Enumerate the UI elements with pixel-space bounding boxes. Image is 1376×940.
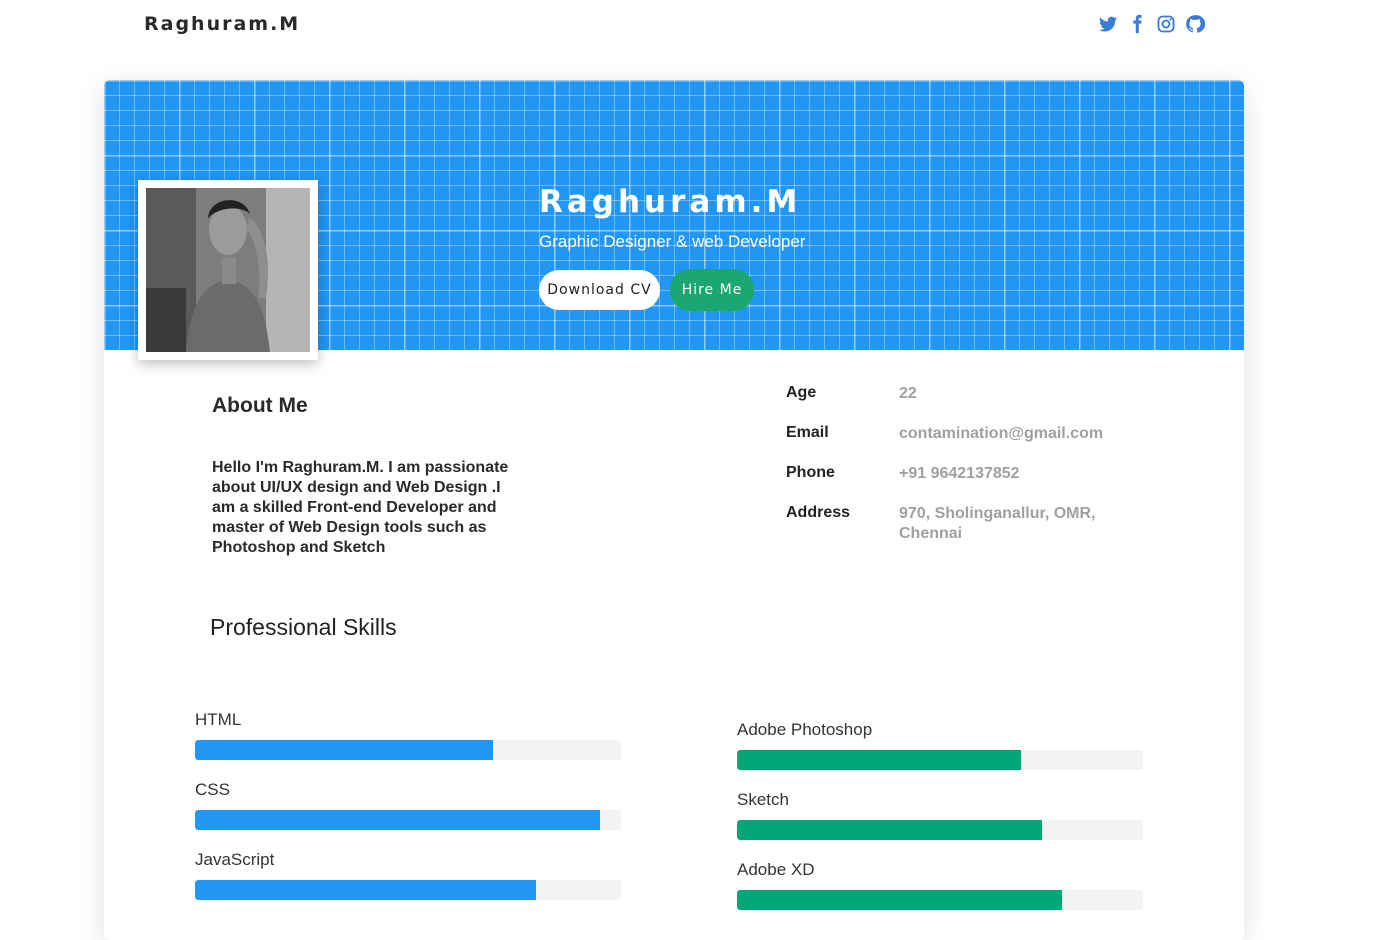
skill-bar-fill (737, 820, 1042, 840)
skill-bar-fill (195, 880, 536, 900)
skill-bar-track (195, 810, 621, 830)
github-icon[interactable] (1185, 14, 1205, 34)
skill-bar-track (195, 740, 621, 760)
twitter-icon[interactable] (1098, 14, 1118, 34)
skill-bar-track (737, 890, 1143, 910)
info-label: Address (786, 504, 851, 521)
skill-bar-fill (737, 890, 1062, 910)
skill-label: HTML (195, 710, 242, 729)
hire-me-button[interactable]: Hire Me (670, 269, 754, 311)
social-links (1098, 14, 1205, 34)
hero-job-title: Graphic Designer & web Developer (539, 232, 806, 251)
skill-bar-fill (195, 810, 600, 830)
profile-card: Raghuram.M Graphic Designer & web Develo… (104, 80, 1244, 940)
info-value: contamination@gmail.com (899, 425, 1104, 442)
profile-photo (146, 188, 310, 352)
skill-bar-track (195, 880, 621, 900)
skill-bar-fill (195, 740, 494, 760)
skills-heading: Professional Skills (210, 614, 397, 640)
skill-label: Adobe Photoshop (737, 720, 873, 739)
info-value: 22 (899, 385, 917, 402)
hero-name: Raghuram.M (539, 184, 802, 220)
about-text: Hello I'm Raghuram.M. I am passionate ab… (212, 459, 509, 556)
profile-photo-frame (138, 180, 318, 360)
info-label: Email (786, 424, 829, 441)
skill-bar-fill (737, 750, 1022, 770)
skill-label: Sketch (737, 790, 789, 809)
info-value: 970, Sholinganallur, OMR, Chennai (899, 505, 1096, 542)
skill-label: CSS (195, 780, 230, 799)
skill-bar-track (737, 820, 1143, 840)
instagram-icon[interactable] (1156, 14, 1176, 34)
facebook-icon[interactable] (1127, 14, 1147, 34)
download-cv-button[interactable]: Download CV (539, 270, 660, 310)
info-label: Age (786, 384, 817, 401)
info-value: +91 9642137852 (899, 465, 1020, 482)
skill-bar-track (737, 750, 1143, 770)
top-navbar: Raghuram.M (0, 0, 1376, 52)
skill-label: JavaScript (195, 850, 275, 869)
skill-label: Adobe XD (737, 860, 815, 879)
info-label: Phone (786, 464, 835, 481)
about-heading: About Me (212, 394, 308, 417)
brand-logo[interactable]: Raghuram.M (144, 13, 300, 35)
